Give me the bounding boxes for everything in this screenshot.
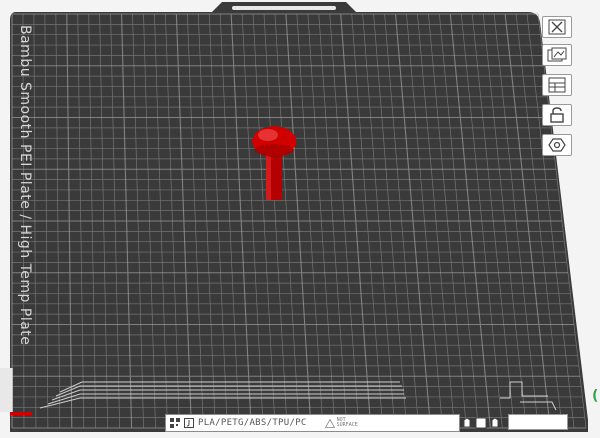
warning-triangle-icon — [324, 418, 335, 428]
settings-hex-icon — [548, 138, 566, 152]
no-surface-line2: SURFACE — [336, 422, 358, 428]
close-view-icon — [548, 19, 566, 35]
origin-mark — [10, 412, 32, 415]
toolbar-button-lock[interactable] — [542, 104, 572, 126]
plate-image-icon — [547, 47, 567, 62]
toolbar-button-image[interactable] — [542, 44, 572, 66]
no-surface-badge: NOT SURFACE — [324, 418, 358, 428]
model-thumb-icon — [184, 418, 194, 428]
build-plate-viewport[interactable] — [0, 0, 600, 438]
toolbar-button-settings[interactable] — [542, 134, 572, 156]
toolbar-button-arrange[interactable] — [542, 74, 572, 96]
axis-indicator-icon: ( — [592, 388, 599, 404]
qr-icon — [170, 418, 180, 428]
plate-type-label: Bambu Smooth PEI Plate / High Temp Plate — [17, 25, 33, 346]
arrange-icon — [548, 77, 566, 93]
filament-types-label: PLA/PETG/ABS/TPU/PC — [198, 418, 307, 428]
left-edge-handle — [0, 368, 13, 412]
lock-icon — [550, 107, 564, 123]
plate-orientation-icons — [463, 417, 499, 429]
plate-corner-label — [508, 414, 568, 430]
plate-info-strip: PLA/PETG/ABS/TPU/PC NOT SURFACE — [165, 414, 460, 432]
toolbar-button-close[interactable] — [542, 16, 572, 38]
build-plate — [10, 2, 588, 432]
plate-notch — [232, 6, 336, 10]
